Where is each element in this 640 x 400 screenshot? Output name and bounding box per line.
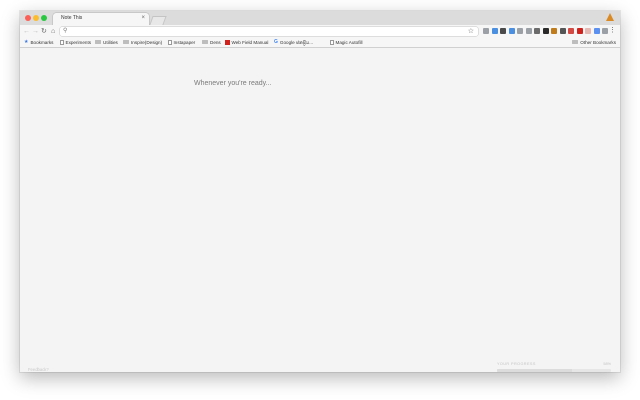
folder-icon <box>123 40 129 45</box>
bookmarks-bar: ★ Bookmarks Experiments Utilities Inspire(De… <box>20 38 620 48</box>
extension-icon[interactable] <box>534 28 540 34</box>
extension-icon[interactable] <box>500 28 506 34</box>
page-icon <box>168 40 172 45</box>
page-icon <box>330 40 334 45</box>
extension-icon[interactable] <box>602 28 608 34</box>
progress-label: YOUR PROGRESS <box>497 361 536 366</box>
extension-icon[interactable] <box>585 28 591 34</box>
tab-note-this[interactable]: Note This × <box>53 13 149 25</box>
menu-icon[interactable]: ⋮ <box>609 26 616 35</box>
new-tab-button[interactable] <box>149 16 167 25</box>
folder-icon <box>572 40 579 45</box>
bookmark-label: Google ජනප්‍රිය... <box>279 40 314 45</box>
progress-fill <box>497 368 573 372</box>
progress-value: 58% <box>603 361 611 366</box>
bookmark-item[interactable]: Instapaper <box>168 39 195 46</box>
folder-icon <box>202 40 208 45</box>
feedback-link[interactable]: Feedback? <box>28 367 49 372</box>
extension-icon[interactable] <box>551 28 557 34</box>
extension-icon[interactable] <box>559 28 566 34</box>
site-favicon-icon <box>225 40 230 45</box>
bookmark-label: Web Field Manual <box>231 40 269 45</box>
bookmark-label: Bookmarks <box>30 40 54 45</box>
star-icon[interactable]: ☆ <box>468 27 474 36</box>
star-icon: ★ <box>24 39 29 46</box>
bookmark-item[interactable]: Dens <box>202 39 221 46</box>
bookmark-item[interactable]: Experiments <box>60 39 91 46</box>
extension-icon[interactable] <box>491 28 498 34</box>
bookmark-label: Magic Autofill <box>335 40 363 45</box>
bookmark-item[interactable]: ★ Bookmarks <box>24 39 53 46</box>
bookmark-item[interactable]: G Google ජනප්‍රිය... <box>274 39 313 46</box>
extension-icon[interactable] <box>593 28 600 34</box>
other-bookmarks[interactable]: Other Bookmarks <box>572 39 616 46</box>
bookmark-item[interactable]: Inspire(Design) <box>123 39 162 46</box>
extension-icon[interactable] <box>542 28 549 34</box>
page-icon <box>60 40 64 45</box>
address-bar[interactable]: ⚲ ☆ <box>60 27 478 36</box>
progress-bar <box>497 368 611 372</box>
reload-button[interactable]: ↻ <box>41 27 47 36</box>
profile-icon[interactable] <box>606 13 614 21</box>
search-icon: ⚲ <box>63 28 68 34</box>
folder-icon <box>95 40 101 45</box>
bookmark-item[interactable]: Web Field Manual <box>225 39 268 46</box>
other-bookmarks-label: Other Bookmarks <box>580 40 616 45</box>
tab-strip: Note This × <box>20 11 620 25</box>
minimize-window-button[interactable] <box>33 15 39 21</box>
ready-prompt: Whenever you're ready... <box>194 79 272 87</box>
maximize-window-button[interactable] <box>41 15 47 21</box>
bookmark-label: Utilities <box>103 40 118 45</box>
page-content: Whenever you're ready... Feedback? YOUR … <box>20 47 620 372</box>
tab-close-icon[interactable]: × <box>141 14 145 22</box>
close-window-button[interactable] <box>25 15 31 21</box>
extension-icon[interactable] <box>508 28 515 34</box>
home-button[interactable]: ⌂ <box>51 27 55 36</box>
extension-icon[interactable] <box>483 28 489 34</box>
google-icon: G <box>274 39 278 46</box>
extension-icon[interactable] <box>517 28 523 34</box>
back-button[interactable]: ← <box>23 27 30 36</box>
tab-title: Note This <box>61 15 83 21</box>
toolbar: ← → ↻ ⌂ ⚲ ☆ ⋮ <box>20 25 620 38</box>
browser-window: Note This × ← → ↻ ⌂ ⚲ ☆ ⋮ ★ Bookmarks Expe… <box>20 11 620 372</box>
bookmark-label: Instapaper <box>173 40 196 45</box>
bookmark-item[interactable]: Utilities <box>95 39 118 46</box>
extension-icon[interactable] <box>576 28 583 34</box>
forward-button[interactable]: → <box>32 27 39 36</box>
bookmark-label: Experiments <box>65 40 92 45</box>
bookmark-label: Inspire(Design) <box>131 40 163 45</box>
extension-icon[interactable] <box>568 28 574 34</box>
bookmark-label: Dens <box>210 40 221 45</box>
bookmark-item[interactable]: Magic Autofill <box>330 39 363 46</box>
extension-icon[interactable] <box>525 28 532 34</box>
